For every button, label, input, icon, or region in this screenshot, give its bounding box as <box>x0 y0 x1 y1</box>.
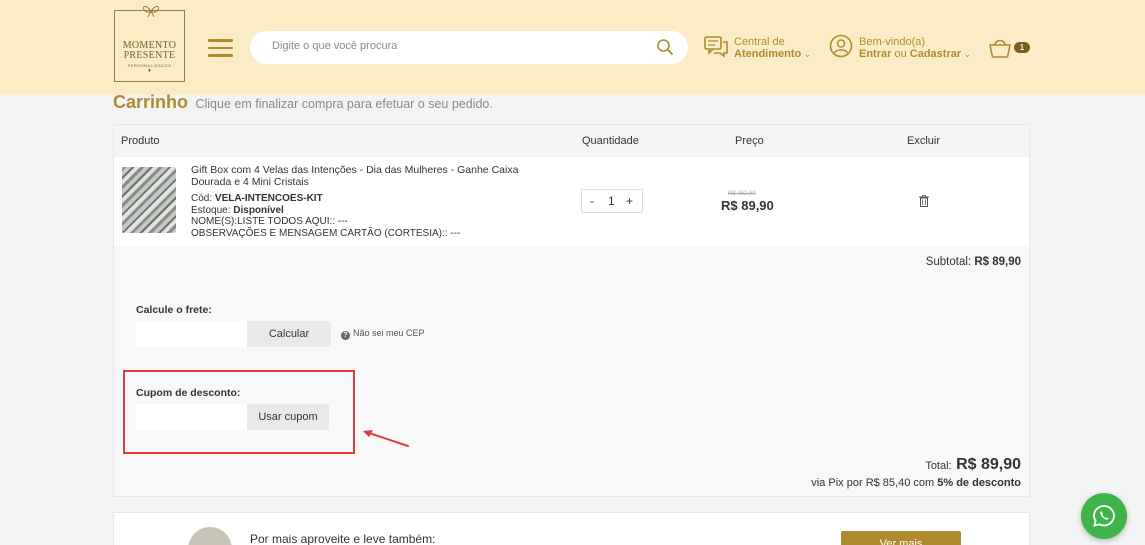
stock-status: Disponível <box>233 204 284 216</box>
upsell-card: Por mais aproveite e leve também: Ver ma… <box>113 512 1030 545</box>
notes-field: OBSERVAÇÕES E MENSAGEM CARTÃO (CORTESIA)… <box>191 227 461 239</box>
subtotal: Subtotal: R$ 89,90 <box>926 256 1021 268</box>
logo[interactable]: MOMENTO PRESENTE PERSONALIZADOS ♦ <box>114 5 185 82</box>
chevron-down-icon: ⌄ <box>961 49 972 59</box>
menu-icon[interactable] <box>208 39 233 57</box>
pix-with: com <box>913 477 935 489</box>
user-greeting: Bem-vindo(a) <box>859 36 926 48</box>
old-price: R$ 162,90 <box>728 191 756 197</box>
search-icon[interactable] <box>656 38 674 56</box>
logo-line2: PRESENTE <box>123 50 176 61</box>
subtotal-label: Subtotal: <box>925 256 972 268</box>
pix-price: via Pix por R$ 85,40 com 5% de desconto <box>811 477 1021 489</box>
product-code: VELA-INTENCOES-KIT <box>214 193 323 204</box>
logo-line4: ♦ <box>147 68 152 74</box>
cart-item-row: Gift Box com 4 Velas das Intenções - Dia… <box>114 157 1029 246</box>
zip-code-input[interactable] <box>136 321 247 347</box>
or-text: ou <box>894 48 907 60</box>
unknown-zip-link[interactable]: ? Não sei meu CEP <box>341 328 425 340</box>
support-line2: Atendimento ⌄ <box>734 48 812 60</box>
help-icon: ? <box>341 331 350 340</box>
whatsapp-icon <box>1093 505 1115 527</box>
header-product: Produto <box>121 135 160 147</box>
user-login-register[interactable]: Entrar ou Cadastrar ⌄ <box>859 48 971 60</box>
total-value: R$ 89,90 <box>956 456 1021 473</box>
cart-count-badge: 1 <box>1014 42 1030 53</box>
header-price: Preço <box>735 135 764 147</box>
pix-value: R$ 85,40 <box>865 477 911 489</box>
chevron-down-icon: ⌄ <box>801 49 812 59</box>
stock-label: Estoque: <box>191 204 231 216</box>
total-label: Total: <box>925 460 952 472</box>
page-heading: Carrinho Clique em finalizar compra para… <box>113 92 493 113</box>
page-title: Carrinho <box>113 92 189 112</box>
basket-icon[interactable] <box>988 37 1012 59</box>
see-more-button[interactable]: Ver mais <box>841 531 961 545</box>
qty-minus-button[interactable]: - <box>590 194 594 208</box>
calculate-shipping-button[interactable]: Calcular <box>247 321 331 347</box>
page-subtitle: Clique em finalizar compra para efetuar … <box>195 97 493 111</box>
product-name[interactable]: Gift Box com 4 Velas das Intenções - Dia… <box>191 164 551 188</box>
header-quantity: Quantidade <box>582 135 639 147</box>
register-link[interactable]: Cadastrar <box>910 48 961 60</box>
upsell-text: Por mais aproveite e leve também: <box>250 532 436 545</box>
chat-icon <box>704 36 728 58</box>
shipping-label: Calcule o frete: <box>136 304 212 316</box>
product-image[interactable] <box>122 167 176 233</box>
whatsapp-button[interactable] <box>1081 493 1127 539</box>
names-field: NOME(S):LISTE TODOS AQUI:: --- <box>191 216 348 227</box>
arrow-annotation <box>363 430 409 447</box>
upsell-image <box>188 527 232 545</box>
trash-icon[interactable] <box>919 195 929 207</box>
header-remove: Excluir <box>907 135 941 147</box>
code-label: Cód: <box>191 193 213 204</box>
pix-discount: 5% de desconto <box>937 477 1021 489</box>
qty-value[interactable]: 1 <box>608 194 615 208</box>
subtotal-value: R$ 89,90 <box>974 256 1021 268</box>
bow-icon <box>142 5 160 17</box>
login-link[interactable]: Entrar <box>859 48 891 60</box>
qty-plus-button[interactable]: + <box>626 194 633 208</box>
search-bar <box>250 31 688 64</box>
cart-table-header: Produto Quantidade Preço Excluir <box>114 125 1029 157</box>
unknown-zip-text: Não sei meu CEP <box>353 328 425 338</box>
item-price: R$ 89,90 <box>721 198 774 213</box>
order-total: Total: R$ 89,90 <box>925 456 1021 474</box>
site-header: MOMENTO PRESENTE PERSONALIZADOS ♦ Centra… <box>0 0 1145 95</box>
quantity-stepper: - 1 + <box>581 189 643 213</box>
coupon-highlight-box <box>123 370 355 454</box>
user-icon <box>829 34 853 58</box>
support-line1: Central de <box>734 36 785 48</box>
search-input[interactable] <box>272 40 632 52</box>
product-details: Cód: VELA-INTENCOES-KIT Estoque: Disponí… <box>191 193 460 239</box>
pix-prefix: via Pix por <box>811 477 863 489</box>
